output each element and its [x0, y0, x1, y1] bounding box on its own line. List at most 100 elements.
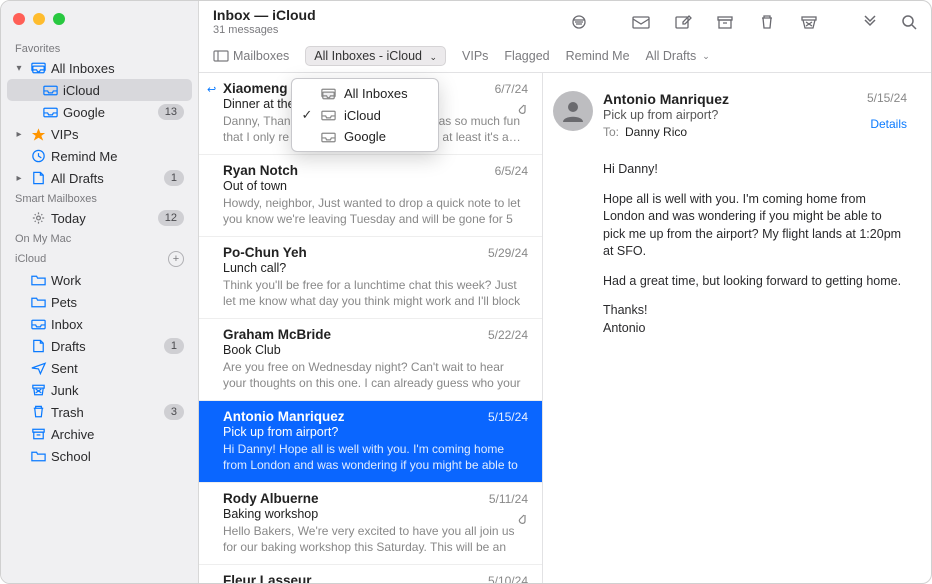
star-icon — [29, 126, 47, 142]
message-date: 5/22/24 — [488, 328, 528, 342]
favbar-vips[interactable]: VIPs — [462, 49, 488, 63]
trash-icon[interactable] — [757, 14, 777, 30]
sidebar-item-school[interactable]: School — [7, 445, 192, 467]
sidebar-item-label: Sent — [51, 361, 184, 376]
count-badge: 1 — [164, 338, 184, 354]
inbox-title: Inbox — iCloud — [213, 7, 569, 23]
tray-all-icon — [320, 87, 338, 101]
close-window-button[interactable] — [13, 13, 25, 25]
message-preview: Hello Bakers, We're very excited to have… — [223, 523, 528, 555]
sidebar-item-label: School — [51, 449, 184, 464]
menu-item-google[interactable]: Google — [292, 126, 438, 147]
search-icon[interactable] — [901, 14, 919, 30]
new-message-icon[interactable] — [631, 14, 651, 30]
message-from: Rody Albuerne — [223, 491, 319, 506]
sidebar-item-sent[interactable]: Sent — [7, 357, 192, 379]
reader-body: Hi Danny!Hope all is well with you. I'm … — [603, 161, 907, 337]
sidebar-section-smart: Smart Mailboxes — [1, 189, 198, 207]
sidebar-smart-list: Today12 — [1, 207, 198, 229]
reader-to-value: Danny Rico — [625, 125, 687, 139]
sidebar-item-all-inboxes[interactable]: ▾All Inboxes — [7, 57, 192, 79]
sidebar-section-icloud: iCloud + — [1, 247, 198, 269]
message-row[interactable]: Po-Chun Yeh5/29/24Lunch call?Think you'l… — [199, 237, 542, 319]
sidebar-item-label: Archive — [51, 427, 184, 442]
sidebar-item-label: All Inboxes — [51, 61, 184, 76]
sidebar: Favorites ▾All InboxesiCloudGoogle13▸VIP… — [1, 1, 199, 583]
message-from: Xiaomeng — [223, 81, 288, 96]
menu-item-all-inboxes[interactable]: All Inboxes — [292, 83, 438, 104]
avatar — [553, 91, 593, 131]
message-row[interactable]: Graham McBride5/22/24Book ClubAre you fr… — [199, 319, 542, 401]
favbar-remind[interactable]: Remind Me — [566, 49, 630, 63]
doc-icon — [29, 170, 47, 186]
chevron-down-icon: ⌄ — [702, 51, 710, 62]
favbar-drafts[interactable]: All Drafts ⌄ — [646, 49, 710, 63]
message-preview: Howdy, neighbor, Just wanted to drop a q… — [223, 195, 528, 227]
tray-icon — [29, 316, 47, 332]
favbar-flagged[interactable]: Flagged — [504, 49, 549, 63]
message-row[interactable]: Ryan Notch 6/5/24Out of town Howdy, neighb… — [199, 155, 542, 237]
title-bar: Inbox — iCloud 31 messages — [199, 1, 931, 40]
chevron-down-icon: ⌄ — [429, 52, 437, 62]
compose-icon[interactable] — [673, 14, 693, 30]
sidebar-item-archive[interactable]: Archive — [7, 423, 192, 445]
traffic-lights — [1, 7, 198, 39]
menu-item-label: All Inboxes — [344, 86, 408, 101]
details-button[interactable]: Details — [870, 117, 907, 131]
message-subject: Book Club — [223, 343, 528, 357]
sidebar-item-today[interactable]: Today12 — [7, 207, 192, 229]
message-date: 5/29/24 — [488, 246, 528, 260]
sidebar-icloud-list: WorkPetsInbox Drafts 1 Sent Junk Trash3 Archiv… — [1, 269, 198, 467]
message-row[interactable]: Fleur Lasseur5/10/24Soccer jerseysAre yo… — [199, 565, 542, 583]
sidebar-item-icloud[interactable]: iCloud — [7, 79, 192, 101]
mailboxes-button[interactable]: Mailboxes — [213, 49, 289, 63]
sidebar-item-all-drafts[interactable]: ▸All Drafts1 — [7, 167, 192, 189]
tray-icon — [41, 82, 59, 98]
clock-icon — [29, 148, 47, 164]
message-date: 5/10/24 — [488, 574, 528, 583]
junk-icon[interactable] — [799, 14, 819, 30]
sidebar-item-label: Junk — [51, 383, 184, 398]
sidebar-item-inbox[interactable]: Inbox — [7, 313, 192, 335]
sidebar-item-vips[interactable]: ▸VIPs — [7, 123, 192, 145]
sidebar-item-label: Trash — [51, 405, 160, 420]
count-badge: 12 — [158, 210, 184, 226]
mailbox-dropdown[interactable]: All Inboxes - iCloud ⌄ — [305, 46, 446, 66]
sidebar-item-work[interactable]: Work — [7, 269, 192, 291]
maximize-window-button[interactable] — [53, 13, 65, 25]
tray-icon — [41, 104, 59, 120]
folder-icon — [29, 448, 47, 464]
message-date: 5/15/24 — [488, 410, 528, 424]
folder-icon — [29, 294, 47, 310]
message-preview: Think you'll be free for a lunchtime cha… — [223, 277, 528, 309]
sidebar-item-google[interactable]: Google13 — [7, 101, 192, 123]
sidebar-item-drafts[interactable]: Drafts 1 — [7, 335, 192, 357]
sidebar-item-label: Drafts — [51, 339, 160, 354]
sidebar-item-trash[interactable]: Trash3 — [7, 401, 192, 423]
doc-icon — [29, 338, 47, 354]
message-subject: Baking workshop — [223, 507, 528, 521]
message-subject: Out of town — [223, 179, 528, 193]
sidebar-item-junk[interactable]: Junk — [7, 379, 192, 401]
message-from: Po-Chun Yeh — [223, 245, 307, 260]
plane-icon — [29, 360, 47, 376]
add-mailbox-button[interactable]: + — [168, 251, 184, 267]
minimize-window-button[interactable] — [33, 13, 45, 25]
filter-icon[interactable] — [569, 14, 589, 30]
sidebar-item-remind-me[interactable]: Remind Me — [7, 145, 192, 167]
body-paragraph: Hope all is well with you. I'm coming ho… — [603, 191, 907, 261]
message-row[interactable]: Antonio Manriquez5/15/24Pick up from air… — [199, 401, 542, 483]
message-row[interactable]: Rody Albuerne5/11/24Baking workshopHello… — [199, 483, 542, 565]
count-badge: 1 — [164, 170, 184, 186]
archive-icon[interactable] — [715, 14, 735, 30]
message-preview: Hi Danny! Hope all is well with you. I'm… — [223, 441, 528, 473]
more-icon[interactable] — [861, 14, 879, 30]
menu-item-icloud[interactable]: ✓iCloud — [292, 104, 438, 126]
message-date: 6/5/24 — [495, 164, 528, 178]
sidebar-item-pets[interactable]: Pets — [7, 291, 192, 313]
body-paragraph: Had a great time, but looking forward to… — [603, 273, 907, 291]
junk-icon — [29, 382, 47, 398]
sidebar-favorites-list: ▾All InboxesiCloudGoogle13▸VIPsRemind Me… — [1, 57, 198, 189]
message-from: Ryan Notch — [223, 163, 298, 178]
message-preview: Are you free on Wednesday night? Can't w… — [223, 359, 528, 391]
